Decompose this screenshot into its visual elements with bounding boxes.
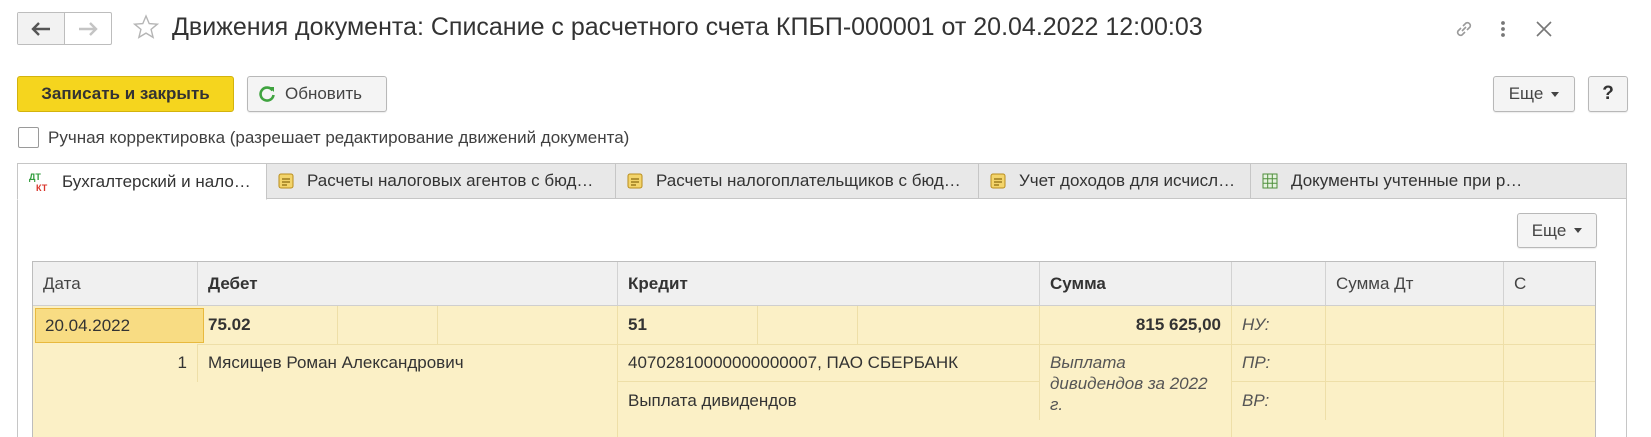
nu-label: НУ: [1232, 306, 1326, 344]
grid-more-menu-button[interactable]: Еще [1517, 213, 1597, 248]
help-button[interactable]: ? [1588, 76, 1628, 112]
tab-label: Документы учтенные при р… [1291, 171, 1523, 190]
forward-button[interactable] [65, 13, 112, 44]
dt-kt-icon: ДТ КТ [28, 171, 50, 193]
chevron-down-icon [1574, 228, 1583, 233]
column-header-credit[interactable]: Кредит [618, 262, 1040, 306]
register-icon [277, 172, 295, 190]
column-header-sum-dt[interactable]: Сумма Дт [1326, 262, 1504, 306]
favorite-star-icon[interactable] [132, 14, 160, 45]
credit-account-cell[interactable]: 51 [618, 306, 758, 344]
svg-text:ДТ: ДТ [29, 172, 41, 182]
window-title: Движения документа: Списание с расчетног… [172, 13, 1203, 41]
arrow-left-icon [31, 21, 50, 36]
refresh-button[interactable]: Обновить [247, 76, 387, 112]
credit-subconto-1-cell[interactable]: 40702810000000000007, ПАО СБЕРБАНК [618, 344, 1040, 382]
vr-label: ВР: [1232, 382, 1326, 420]
sum-cell[interactable]: 815 625,00 [1040, 306, 1232, 344]
register-icon [989, 172, 1007, 190]
more-button-label: Еще [1531, 220, 1567, 240]
tab-income-accounting[interactable]: Учет доходов для исчисл… [978, 163, 1251, 199]
entries-table[interactable]: Дата Дебет Кредит Сумма Сумма Дт С 20.04… [32, 261, 1596, 437]
more-menu-button[interactable]: Еще [1493, 76, 1575, 112]
svg-text:КТ: КТ [36, 183, 48, 193]
tab-taxpayers[interactable]: Расчеты налогоплательщиков с бюд… [615, 163, 979, 199]
table-icon [1261, 172, 1279, 190]
column-header-sum[interactable]: Сумма [1040, 262, 1232, 306]
tab-label: Расчеты налоговых агентов с бюд… [307, 171, 594, 190]
debit-account-cell[interactable]: 75.02 [198, 306, 338, 344]
credit-subconto-cell[interactable] [758, 306, 858, 344]
column-header-next[interactable]: С [1504, 262, 1595, 306]
column-header-date[interactable]: Дата [33, 262, 198, 306]
date-cell[interactable]: 20.04.2022 [35, 308, 204, 343]
register-tabs: ДТ КТ Бухгалтерский и нало… Расчеты нало… [17, 163, 1627, 200]
tab-tax-agents[interactable]: Расчеты налоговых агентов с бюд… [266, 163, 616, 199]
more-button-label: Еще [1508, 84, 1544, 103]
tab-documents[interactable]: Документы учтенные при р… [1250, 163, 1627, 199]
column-header-debit[interactable]: Дебет [198, 262, 618, 306]
content-cell[interactable]: Выплата дивидендов за 2022 г. [1040, 344, 1232, 437]
debit-subconto-2-cell[interactable] [198, 382, 618, 437]
table-row[interactable]: 20.04.2022 1 75.02 Мясищев Роман Алексан… [33, 306, 1595, 437]
credit-subconto-cell[interactable] [858, 306, 1040, 344]
tab-label: Бухгалтерский и нало… [62, 171, 251, 191]
close-icon[interactable] [1533, 17, 1555, 46]
tab-label: Расчеты налогоплательщиков с бюд… [656, 171, 961, 190]
manual-correction-label[interactable]: Ручная корректировка (разрешает редактир… [48, 128, 629, 148]
link-icon[interactable] [1452, 17, 1476, 46]
register-icon [626, 172, 644, 190]
debit-subconto-1-cell[interactable]: Мясищев Роман Александрович [198, 344, 618, 382]
next-column-cell[interactable] [1504, 306, 1595, 437]
manual-correction-checkbox[interactable] [18, 127, 39, 148]
debit-subconto-cell[interactable] [438, 306, 618, 344]
credit-subconto-2-cell[interactable]: Выплата дивидендов [618, 382, 1040, 420]
tab-label: Учет доходов для исчисл… [1019, 171, 1236, 190]
content-line: г. [1050, 395, 1064, 414]
pr-label: ПР: [1232, 344, 1326, 382]
back-button[interactable] [18, 13, 65, 44]
content-line: дивидендов за 2022 [1050, 374, 1208, 393]
refresh-button-label: Обновить [285, 84, 362, 103]
chevron-down-icon [1551, 91, 1560, 97]
line-number-cell[interactable]: 1 [33, 344, 198, 382]
sum-dt-cell[interactable] [1326, 306, 1504, 437]
manual-correction-row: Ручная корректировка (разрешает редактир… [18, 127, 629, 148]
arrow-right-icon [78, 21, 98, 36]
tab-accounting[interactable]: ДТ КТ Бухгалтерский и нало… [17, 163, 267, 200]
debit-subconto-cell[interactable] [338, 306, 438, 344]
refresh-icon [259, 86, 275, 102]
column-header-tax-type[interactable] [1232, 262, 1326, 306]
content-line: Выплата [1050, 353, 1126, 372]
navigation-buttons [17, 12, 112, 45]
more-vertical-icon[interactable] [1496, 17, 1510, 46]
save-and-close-button[interactable]: Записать и закрыть [17, 76, 234, 112]
